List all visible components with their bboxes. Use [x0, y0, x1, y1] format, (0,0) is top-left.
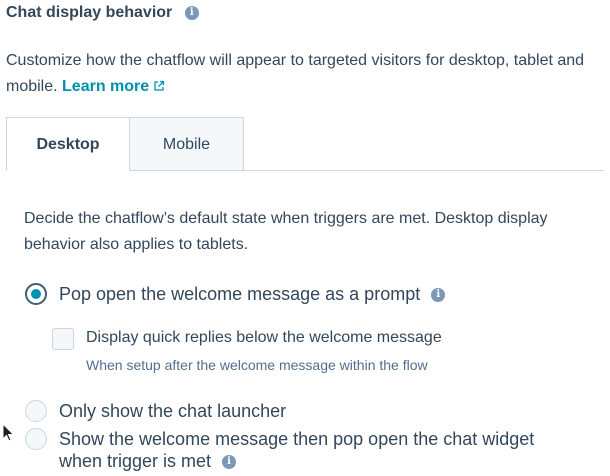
- learn-more-label: Learn more: [62, 78, 150, 95]
- info-icon[interactable]: i: [184, 5, 199, 20]
- radio-show-welcome-then-pop-text: Show the welcome message then pop open t…: [59, 429, 535, 471]
- mouse-cursor-icon: [2, 423, 15, 442]
- quick-replies-label[interactable]: Display quick replies below the welcome …: [86, 328, 442, 348]
- section-description: Customize how the chatflow will appear t…: [6, 48, 596, 100]
- info-icon[interactable]: i: [222, 455, 237, 470]
- section-title-text: Chat display behavior: [6, 4, 173, 21]
- learn-more-link[interactable]: Learn more: [62, 78, 165, 95]
- tab-desktop[interactable]: Desktop: [6, 117, 130, 171]
- quick-replies-help-text: When setup after the welcome message wit…: [86, 357, 428, 373]
- radio-pop-open-welcome-label[interactable]: Pop open the welcome message as a prompt…: [59, 283, 446, 305]
- desktop-description: Decide the chatflow’s default state when…: [24, 210, 548, 253]
- radio-only-launcher[interactable]: [25, 400, 47, 422]
- quick-replies-checkbox[interactable]: [52, 328, 74, 350]
- radio-show-welcome-then-pop[interactable]: [25, 428, 47, 450]
- radio-show-welcome-then-pop-label[interactable]: Show the welcome message then pop open t…: [59, 428, 579, 472]
- radio-pop-open-welcome[interactable]: [25, 283, 47, 305]
- radio-pop-open-welcome-text: Pop open the welcome message as a prompt: [59, 284, 421, 304]
- external-link-icon: [154, 80, 165, 91]
- radio-only-launcher-label[interactable]: Only show the chat launcher: [59, 400, 286, 422]
- tab-mobile[interactable]: Mobile: [130, 117, 244, 171]
- section-title: Chat display behavior i: [6, 3, 199, 23]
- info-icon[interactable]: i: [431, 288, 446, 303]
